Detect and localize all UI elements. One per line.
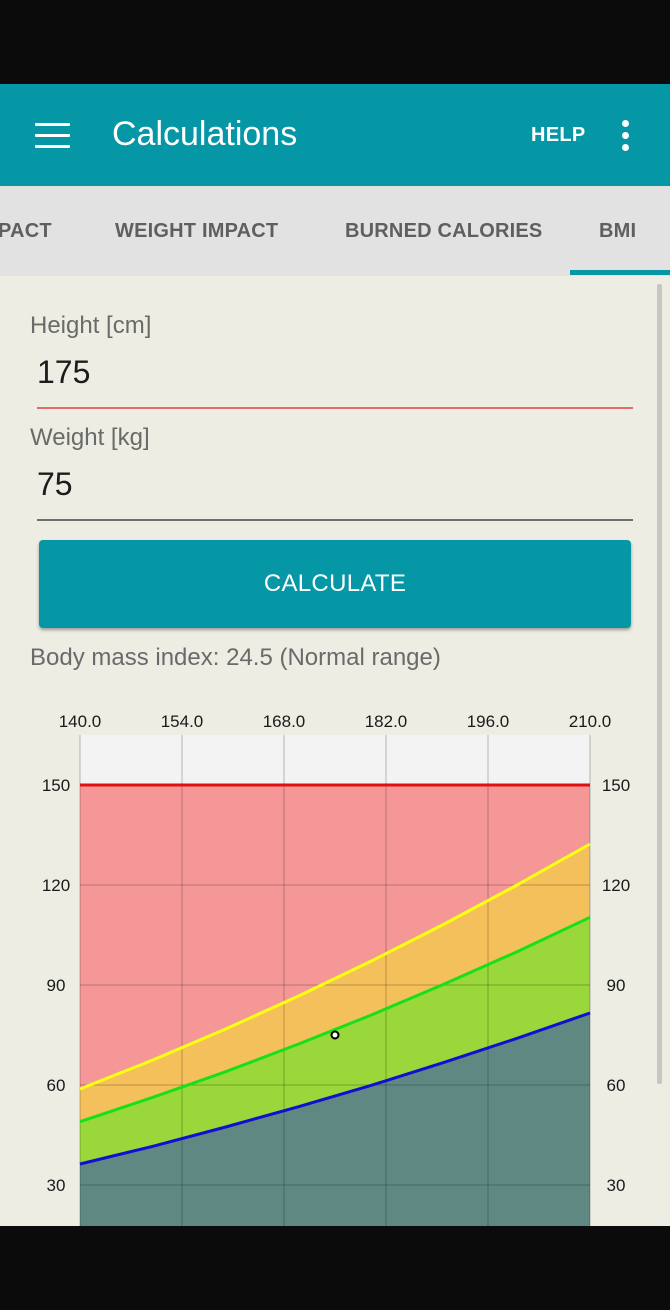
- y-tick-label-left: 60: [47, 1076, 66, 1095]
- y-tick-label-right: 150: [602, 776, 630, 795]
- height-input-underline: [37, 407, 633, 409]
- y-tick-label-left: 30: [47, 1176, 66, 1195]
- weight-label: Weight [kg]: [30, 424, 150, 451]
- weight-input-underline: [37, 519, 633, 521]
- x-tick-label: 210.0: [569, 712, 612, 731]
- bmi-chart: 140.0 154.0 168.0 182.0 196.0 210.0 150 150 120 1…: [42, 712, 630, 1226]
- app-bar: Calculations HELP: [0, 84, 670, 186]
- calculate-button[interactable]: CALCULATE: [39, 540, 631, 628]
- help-button[interactable]: HELP: [531, 124, 586, 147]
- y-tick-label-left: 90: [47, 976, 66, 995]
- tab-bar: PACT WEIGHT IMPACT BURNED CALORIES BMI: [0, 186, 670, 276]
- y-tick-label-left: 150: [42, 776, 70, 795]
- height-label: Height [cm]: [30, 312, 152, 339]
- user-bmi-point: [330, 1030, 340, 1040]
- tab-indicator: [570, 270, 670, 275]
- y-tick-label-right: 90: [607, 976, 626, 995]
- tab-bmi[interactable]: BMI: [599, 220, 636, 243]
- weight-input[interactable]: 75: [37, 466, 73, 503]
- menu-icon[interactable]: [35, 123, 71, 148]
- x-tick-label: 168.0: [263, 712, 306, 731]
- tab-burned-calories[interactable]: BURNED CALORIES: [345, 220, 542, 243]
- y-tick-label-right: 120: [602, 876, 630, 895]
- app-title: Calculations: [112, 115, 298, 153]
- tab-weight-impact[interactable]: WEIGHT IMPACT: [115, 220, 278, 243]
- more-options-icon[interactable]: [619, 120, 631, 152]
- y-tick-label-left: 120: [42, 876, 70, 895]
- x-tick-label: 154.0: [161, 712, 204, 731]
- status-bar: [0, 0, 670, 84]
- x-tick-label: 196.0: [467, 712, 510, 731]
- y-tick-label-right: 30: [607, 1176, 626, 1195]
- bmi-result: Body mass index: 24.5 (Normal range): [30, 644, 441, 671]
- tab-impact[interactable]: PACT: [0, 220, 52, 243]
- x-tick-label: 182.0: [365, 712, 408, 731]
- x-tick-label: 140.0: [59, 712, 102, 731]
- height-input[interactable]: 175: [37, 354, 90, 391]
- y-tick-label-right: 60: [607, 1076, 626, 1095]
- bmi-panel: Height [cm] 175 Weight [kg] 75 CALCULATE…: [0, 276, 670, 1226]
